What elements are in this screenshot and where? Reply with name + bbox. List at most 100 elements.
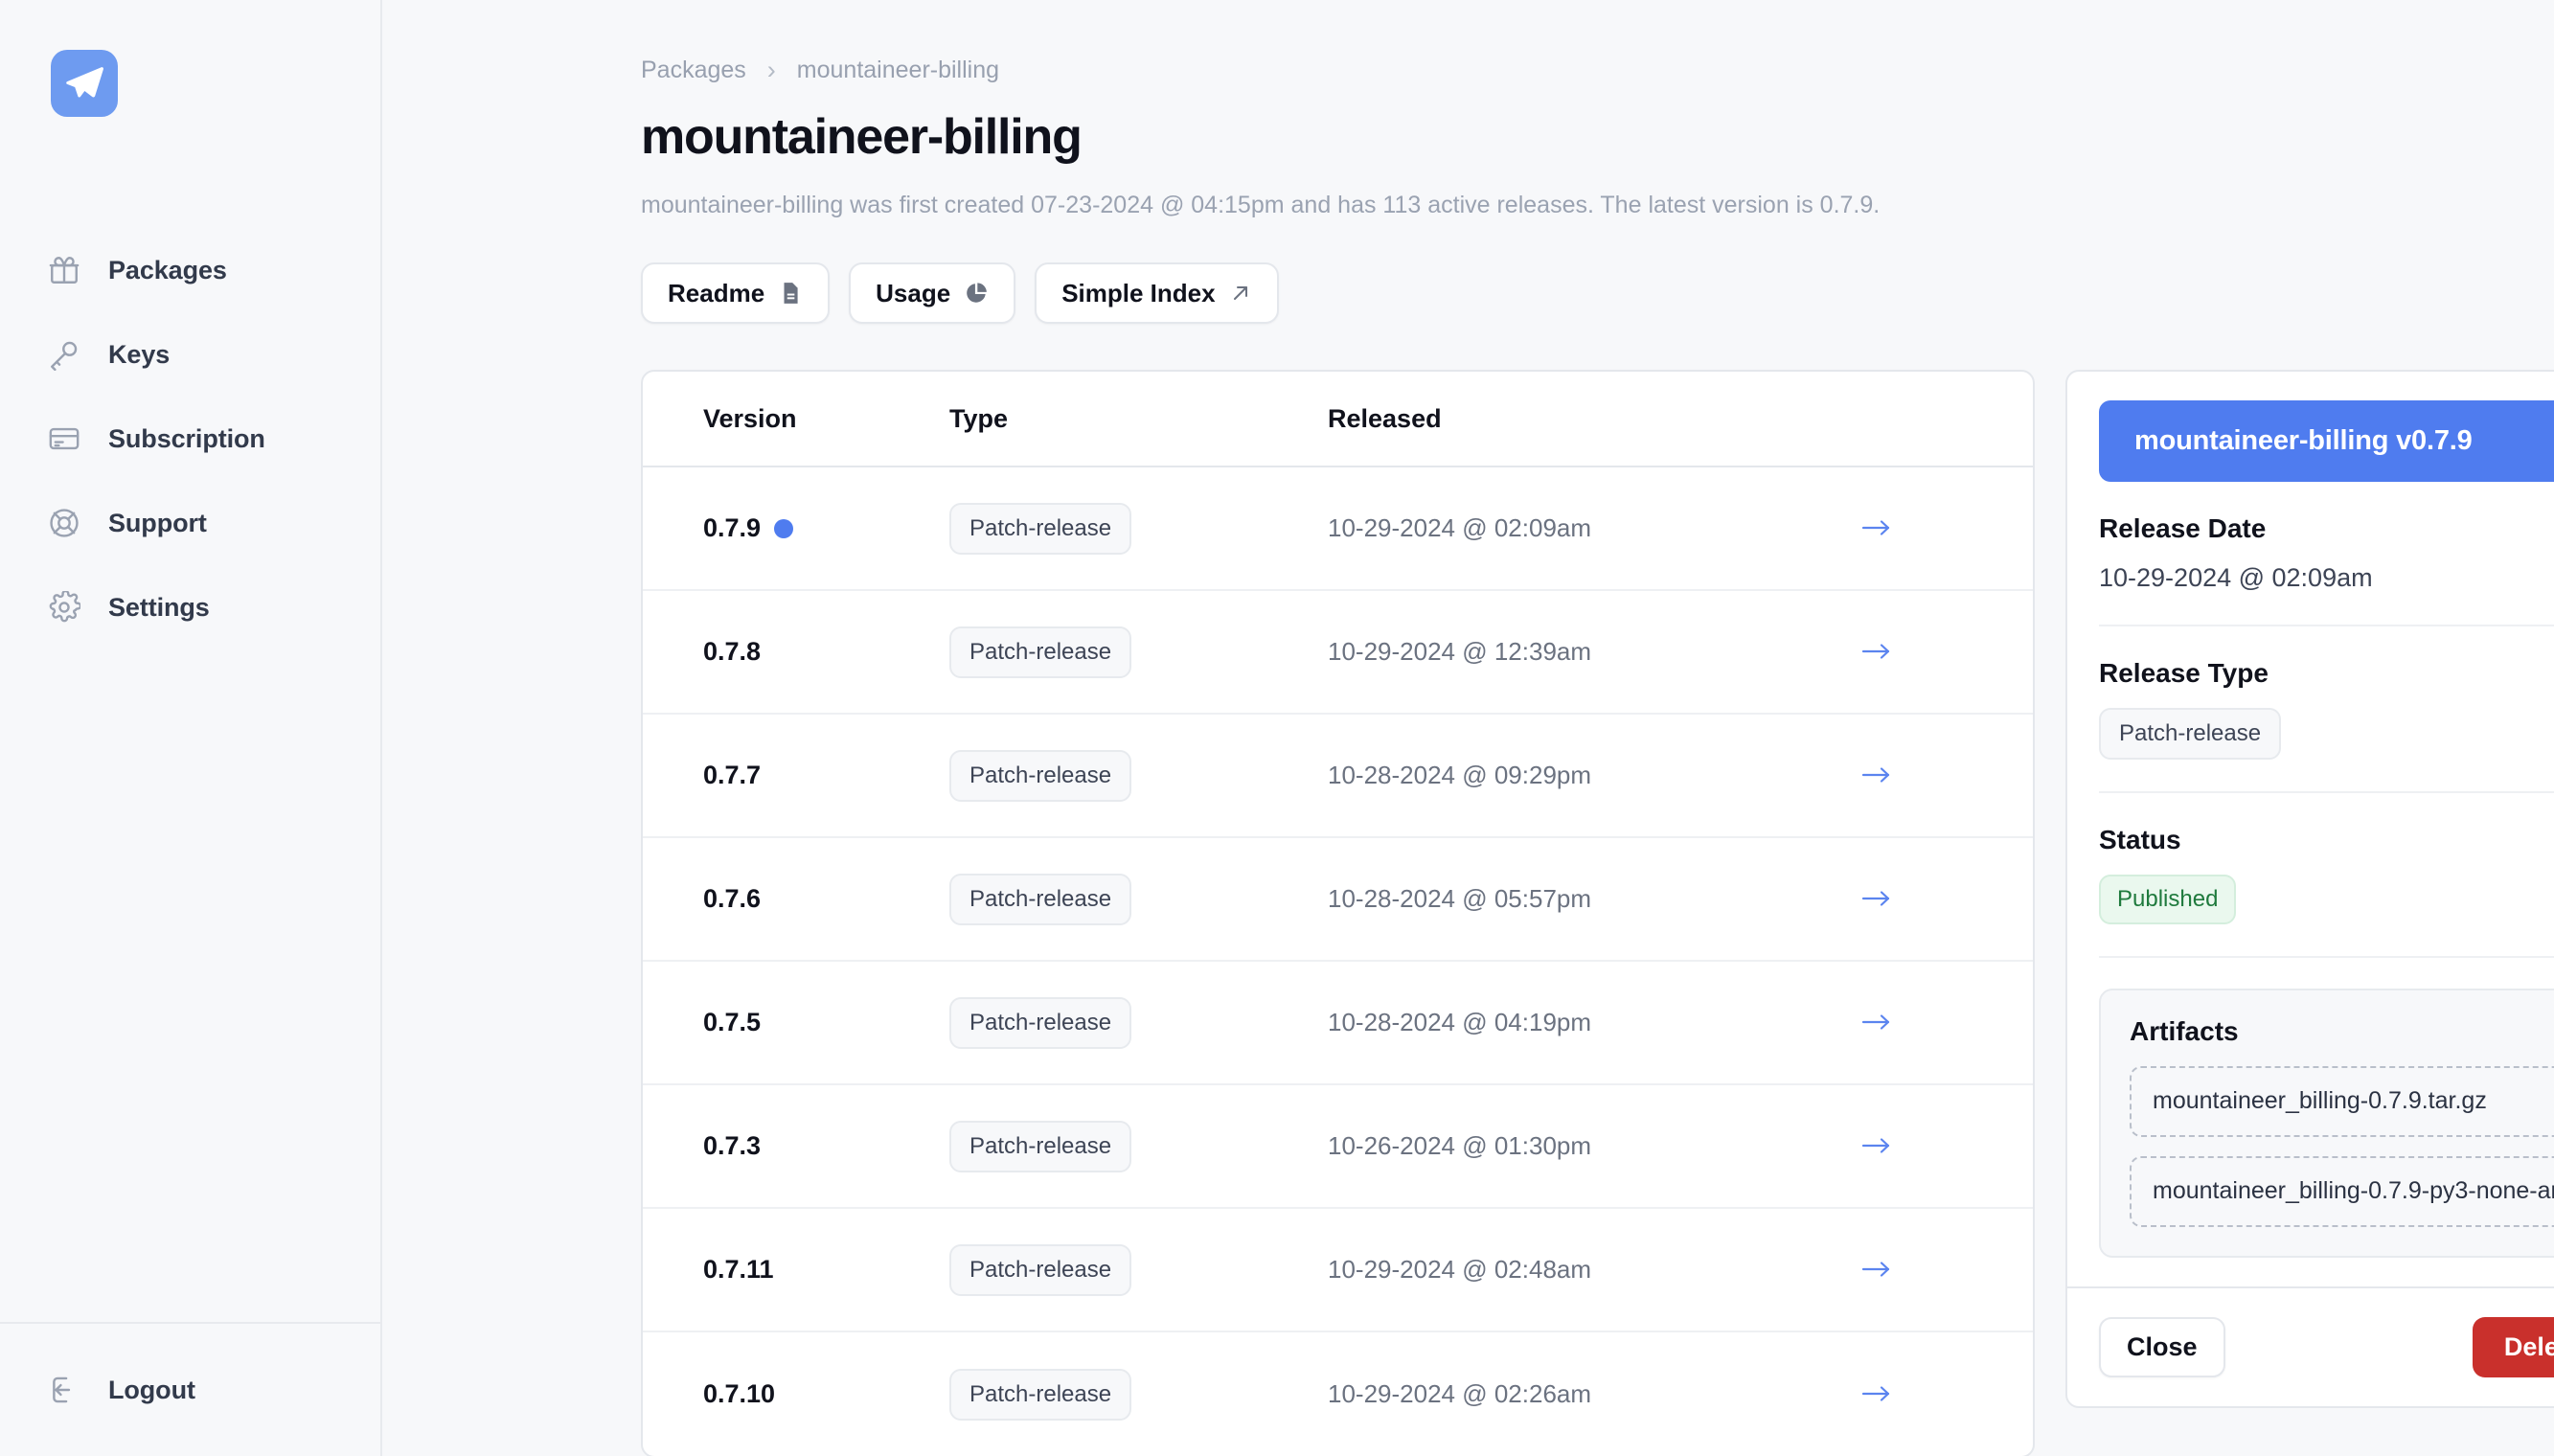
sidebar-item-support[interactable]: Support [0, 481, 380, 565]
arrow-right-icon[interactable] [1860, 761, 1893, 790]
cell-type: Patch-release [949, 1244, 1328, 1296]
detail-banner-title: mountaineer-billing v0.7.9 [2099, 400, 2554, 482]
selected-indicator-dot [774, 519, 793, 538]
readme-button[interactable]: Readme [641, 262, 830, 324]
release-date-label: Release Date [2099, 513, 2554, 544]
cell-version: 0.7.3 [643, 1131, 949, 1161]
gift-icon [46, 252, 82, 288]
table-row[interactable]: 0.7.6Patch-release 10-28-2024 @ 05:57pm [643, 838, 2033, 962]
release-date-section: Release Date 10-29-2024 @ 02:09am [2099, 482, 2554, 593]
sidebar-spacer [0, 649, 380, 1322]
release-type-tag: Patch-release [949, 1244, 1131, 1296]
table-row[interactable]: 0.7.5 Patch-release 10-28-2024 @ 04:19pm [643, 962, 2033, 1085]
version-text: 0.7.9 [703, 513, 761, 543]
breadcrumb-root[interactable]: Packages [641, 57, 746, 84]
status-label: Status [2099, 825, 2554, 855]
release-type-tag: Patch-release [949, 503, 1131, 555]
table-row[interactable]: 0.7.10Patch-release10-29-2024 @ 02:26am [643, 1332, 2033, 1456]
main-content: Packages › mountaineer-billing mountaine… [382, 0, 2554, 1456]
release-type-badge: Patch-release [2099, 708, 2281, 760]
cell-actions [1860, 513, 2033, 543]
artifacts-label: Artifacts [2130, 1016, 2554, 1047]
simple-index-button[interactable]: Simple Index [1035, 262, 1278, 324]
release-type-tag: Patch-release [949, 874, 1131, 925]
cell-actions [1860, 1255, 2033, 1285]
release-type-tag: Patch-release [949, 1369, 1131, 1421]
close-button[interactable]: Close [2099, 1317, 2225, 1377]
divider [2099, 956, 2554, 958]
table-row[interactable]: 0.7.3Patch-release 10-26-2024 @ 01:30pm [643, 1085, 2033, 1209]
sidebar-item-packages[interactable]: Packages [0, 228, 380, 312]
logout-button[interactable]: Logout [0, 1322, 380, 1456]
cell-type: Patch-release [949, 1121, 1328, 1172]
cell-released: 10-28-2024 @ 04:19pm [1328, 1008, 1860, 1037]
arrow-right-icon[interactable] [1860, 637, 1893, 667]
table-row[interactable]: 0.7.11Patch-release10-29-2024 @ 02:48am [643, 1209, 2033, 1332]
cell-released: 10-28-2024 @ 05:57pm [1328, 884, 1860, 914]
cell-released: 10-29-2024 @ 02:48am [1328, 1255, 1860, 1285]
page-description: mountaineer-billing was first created 07… [641, 192, 2554, 219]
paper-plane-icon [64, 63, 104, 103]
sidebar-item-subscription[interactable]: Subscription [0, 397, 380, 481]
app-logo[interactable] [51, 50, 118, 117]
arrow-right-icon[interactable] [1860, 513, 1893, 543]
header-action-buttons: Readme Usage [641, 262, 2554, 324]
chevron-right-icon: › [767, 56, 776, 85]
artifact-item[interactable]: mountaineer_billing-0.7.9-py3-none-any.w… [2130, 1156, 2554, 1227]
sidebar-item-label: Keys [108, 340, 170, 370]
cell-type: Patch-release [949, 874, 1328, 925]
cell-actions [1860, 1379, 2033, 1409]
usage-button[interactable]: Usage [849, 262, 1015, 324]
cell-actions [1860, 884, 2033, 914]
arrow-right-icon[interactable] [1860, 1255, 1893, 1285]
cell-released: 10-26-2024 @ 01:30pm [1328, 1131, 1860, 1161]
version-detail-panel: mountaineer-billing v0.7.9 Release Date … [2065, 370, 2554, 1408]
arrow-right-icon[interactable] [1860, 1131, 1893, 1161]
version-text: 0.7.5 [703, 1008, 761, 1037]
arrow-right-icon[interactable] [1860, 1008, 1893, 1037]
usage-label: Usage [876, 279, 950, 308]
external-link-icon [1229, 282, 1252, 305]
sidebar-item-label: Support [108, 509, 207, 538]
cell-actions [1860, 1131, 2033, 1161]
sidebar-item-label: Subscription [108, 424, 265, 454]
sidebar-item-keys[interactable]: Keys [0, 312, 380, 397]
delete-version-button[interactable]: Delete Version [2473, 1317, 2554, 1377]
breadcrumb: Packages › mountaineer-billing [641, 56, 2554, 85]
table-row[interactable]: 0.7.9 Patch-release 10-29-2024 @ 02:09am [643, 467, 2033, 591]
cell-type: Patch-release [949, 503, 1328, 555]
cell-released: 10-29-2024 @ 02:09am [1328, 513, 1860, 543]
table-row[interactable]: 0.7.7Patch-release10-28-2024 @ 09:29pm [643, 715, 2033, 838]
sidebar-item-label: Settings [108, 593, 210, 623]
app-root: Packages Keys [0, 0, 2554, 1456]
cell-type: Patch-release [949, 750, 1328, 802]
page-title: mountaineer-billing [641, 108, 2554, 166]
artifact-item[interactable]: mountaineer_billing-0.7.9.tar.gz [2130, 1066, 2554, 1137]
cell-version: 0.7.10 [643, 1379, 949, 1409]
sidebar-item-settings[interactable]: Settings [0, 565, 380, 649]
column-header-type: Type [949, 404, 1328, 434]
logo-container [0, 0, 380, 117]
column-header-version: Version [643, 404, 949, 434]
simple-index-label: Simple Index [1061, 279, 1215, 308]
cell-version: 0.7.6 [643, 884, 949, 914]
release-type-tag: Patch-release [949, 750, 1131, 802]
cell-version: 0.7.8 [643, 637, 949, 667]
breadcrumb-current[interactable]: mountaineer-billing [797, 57, 999, 84]
content-panels: Version Type Released 0.7.9Patch-release… [641, 370, 2554, 1456]
lifebuoy-icon [46, 505, 82, 541]
cell-version: 0.7.7 [643, 761, 949, 790]
cell-actions [1860, 1008, 2033, 1037]
logout-icon [46, 1372, 82, 1408]
release-type-tag: Patch-release [949, 997, 1131, 1049]
arrow-right-icon[interactable] [1860, 884, 1893, 914]
readme-label: Readme [668, 279, 764, 308]
sidebar: Packages Keys [0, 0, 382, 1456]
release-type-tag: Patch-release [949, 1121, 1131, 1172]
release-type-section: Release Type Patch-release [2099, 626, 2554, 760]
cell-type: Patch-release [949, 626, 1328, 678]
arrow-right-icon[interactable] [1860, 1379, 1893, 1409]
table-row[interactable]: 0.7.8Patch-release10-29-2024 @ 12:39am [643, 591, 2033, 715]
logout-label: Logout [108, 1376, 195, 1405]
version-text: 0.7.8 [703, 637, 761, 667]
